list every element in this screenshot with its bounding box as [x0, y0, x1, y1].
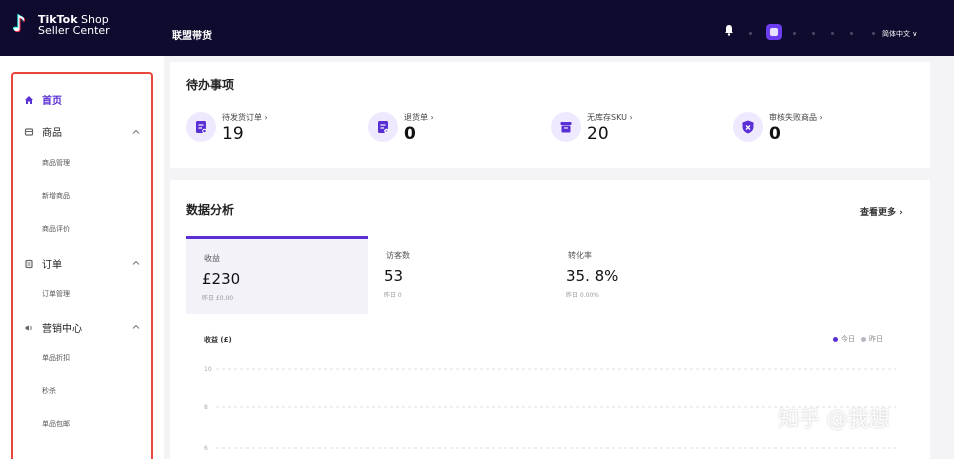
todo-label: 待发货订单 ›: [222, 113, 268, 122]
todo-title: 待办事项: [186, 78, 235, 92]
metric-label: 收益: [204, 254, 220, 263]
metric-value: £230: [202, 270, 241, 288]
sidebar-subitem-add-product[interactable]: 新增商品: [42, 191, 70, 201]
pending-shipment-icon: [196, 121, 207, 134]
metric-value: 35. 8%: [566, 267, 619, 285]
y-tick-label: 6: [204, 445, 208, 452]
view-more-link[interactable]: 查看更多 ›: [860, 205, 903, 218]
metric-previous: 昨日 £0.00: [202, 295, 234, 302]
sidebar-subitem-single-discount[interactable]: 单品折扣: [42, 353, 70, 363]
avatar[interactable]: [766, 24, 782, 40]
todo-item-return-orders[interactable]: 退货单 › 0: [368, 112, 434, 144]
logo-subtitle: Seller Center: [38, 24, 110, 37]
sidebar-subitem-order-management[interactable]: 订单管理: [42, 289, 70, 299]
metric-tab-revenue[interactable]: 收益 £230 昨日 £0.00: [186, 236, 368, 314]
legend-today: 今日: [841, 335, 855, 343]
order-icon: [25, 259, 33, 268]
watermark: 知乎 @我想: [778, 407, 890, 431]
metric-previous: 昨日 0: [384, 292, 402, 299]
analytics-title: 数据分析: [186, 203, 235, 217]
y-tick-label: 10: [204, 366, 212, 373]
chevron-up-icon[interactable]: [132, 323, 140, 331]
chevron-up-icon[interactable]: [132, 259, 140, 267]
sidebar-item-label: 订单: [42, 260, 62, 271]
legend-yesterday-swatch: [861, 336, 866, 342]
y-tick-label: 8: [204, 404, 208, 411]
sidebar-subitem-product-reviews[interactable]: 商品评价: [42, 224, 70, 234]
legend-yesterday: 昨日: [869, 335, 883, 343]
separator-dot: [812, 32, 815, 35]
metric-previous: 昨日 0.00%: [566, 292, 599, 299]
sidebar-item-label: 营销中心: [42, 324, 82, 335]
review-failed-icon: [742, 120, 754, 134]
todo-label: 审核失败商品 ›: [769, 113, 823, 122]
chart-legend: 今日 昨日: [833, 334, 883, 344]
sidebar-subitem-flash-sale[interactable]: 秒杀: [42, 386, 56, 396]
sidebar-subitem-free-shipping[interactable]: 单品包邮: [42, 419, 70, 429]
legend-today-swatch: [833, 336, 838, 342]
todo-item-review-failed[interactable]: 审核失败商品 › 0: [733, 112, 823, 144]
chevron-up-icon[interactable]: [132, 128, 140, 136]
marketing-icon: [25, 325, 32, 330]
out-of-stock-icon: [560, 122, 572, 133]
separator-dot: [831, 32, 834, 35]
sidebar-item-products[interactable]: 商品: [24, 124, 62, 139]
metric-tab-conversion[interactable]: 转化率 35. 8% 昨日 0.00%: [550, 236, 732, 314]
metric-label: 转化率: [568, 251, 592, 260]
top-bar: ♪ TikTok Shop Seller Center 联盟带货 简体中文 ∨: [0, 0, 954, 56]
separator-dot: [872, 32, 875, 35]
product-icon: [24, 127, 34, 136]
todo-value: 0: [404, 124, 416, 144]
sidebar-item-orders[interactable]: 订单: [24, 256, 62, 271]
metric-label: 访客数: [386, 251, 410, 260]
language-selector[interactable]: 简体中文 ∨: [882, 29, 917, 39]
todo-label: 退货单 ›: [404, 113, 434, 122]
metric-tab-visitors[interactable]: 访客数 53 昨日 0: [368, 236, 550, 314]
nav-title[interactable]: 联盟带货: [172, 27, 212, 42]
separator-dot: [850, 32, 853, 35]
sidebar-item-label: 首页: [42, 96, 62, 107]
chart-title: 收益 (£): [204, 336, 232, 344]
todo-item-pending-shipment[interactable]: 待发货订单 › 19: [186, 112, 268, 144]
home-icon: [25, 95, 33, 104]
sidebar-subitem-product-management[interactable]: 商品管理: [42, 158, 70, 168]
bell-icon[interactable]: [723, 24, 735, 36]
separator-dot: [793, 32, 796, 35]
tiktok-shop-logo[interactable]: ♪ TikTok Shop Seller Center: [12, 12, 110, 38]
sidebar-item-label: 商品: [42, 128, 62, 139]
sidebar-item-marketing[interactable]: 营销中心: [24, 320, 82, 335]
todo-value: 20: [587, 124, 609, 144]
return-order-icon: [378, 121, 389, 134]
tiktok-logo-icon: ♪: [12, 12, 27, 37]
sidebar-item-home[interactable]: 首页: [24, 92, 62, 107]
todo-value: 0: [769, 124, 781, 144]
todo-value: 19: [222, 124, 244, 144]
metric-value: 53: [384, 267, 404, 285]
todo-label: 无库存SKU ›: [587, 113, 633, 122]
todo-item-out-of-stock-sku[interactable]: 无库存SKU › 20: [551, 112, 633, 144]
separator-dot: [749, 32, 752, 35]
